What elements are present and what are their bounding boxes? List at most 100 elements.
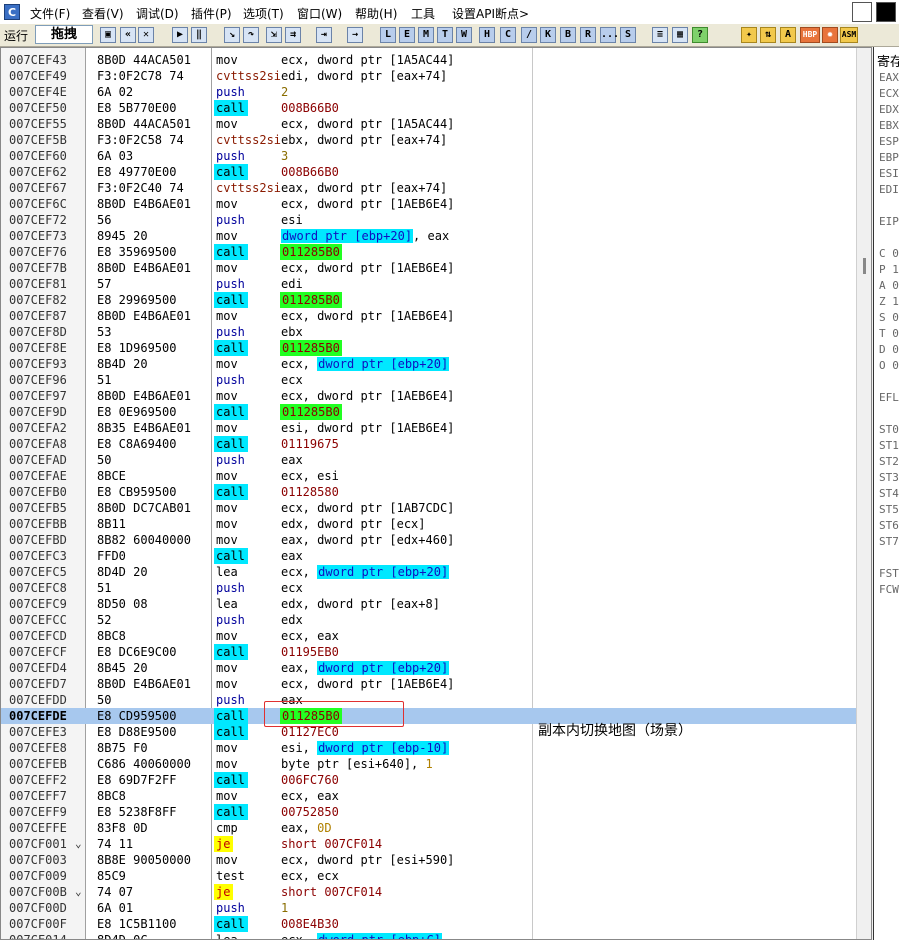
menu-view[interactable]: 查看(V) [82,5,124,22]
list-icon[interactable]: ≡ [652,27,668,43]
instruction-address[interactable]: 007CEF72 [9,212,67,228]
instruction-row[interactable]: 007CEF5B F3:0F2C58 74 cvttss2si ebx, dword … [1,132,856,148]
execute-till-return-icon[interactable]: ⇥ [316,27,332,43]
cpu-button[interactable]: C [500,27,516,43]
instruction-row[interactable]: 007CEFBD 8B82 60040000 mov eax, dword ptr [… [1,532,856,548]
instruction-row[interactable]: 007CEF67 F3:0F2C40 74 cvttss2si eax, dword … [1,180,856,196]
instruction-row[interactable]: 007CEF97 8B0D E4B6AE01 mov ecx, dword ptr [… [1,388,856,404]
instruction-address[interactable]: 007CEFFE [9,820,67,836]
instruction-address[interactable]: 007CF003 [9,852,67,868]
instruction-row[interactable]: 007CEF62 E8 49770E00 call 008B66B0 [1,164,856,180]
instruction-address[interactable]: 007CEFC5 [9,564,67,580]
instruction-address[interactable]: 007CEFC3 [9,548,67,564]
instruction-address[interactable]: 007CEFA2 [9,420,67,436]
instruction-address[interactable]: 007CEFCC [9,612,67,628]
run-trace-button[interactable]: ... [600,27,619,43]
hardware-breakpoint-button[interactable]: HBP [800,27,820,43]
instruction-row[interactable]: 007CEF72 56 push esi [1,212,856,228]
open-icon[interactable]: ▣ [100,27,116,43]
patches-button[interactable]: / [521,27,537,43]
instruction-address[interactable]: 007CF014 [9,932,67,939]
asm-button[interactable]: ASM [840,27,858,43]
instruction-row[interactable]: 007CEF55 8B0D 44ACA501 mov ecx, dword ptr [… [1,116,856,132]
instruction-address[interactable]: 007CEF82 [9,292,67,308]
instruction-address[interactable]: 007CEF8D [9,324,67,340]
memory-map-button[interactable]: M [418,27,434,43]
instruction-row[interactable]: 007CEFCC 52 push edx [1,612,856,628]
instruction-address[interactable]: 007CEF81 [9,276,67,292]
trace-over-icon[interactable]: ⇉ [285,27,301,43]
instruction-address[interactable]: 007CEFEB [9,756,67,772]
instruction-address[interactable]: 007CEF97 [9,388,67,404]
instruction-row[interactable]: 007CEF8E E8 1D969500 call 011285B0 [1,340,856,356]
instruction-row[interactable]: 007CEFDD 50 push eax [1,692,856,708]
instruction-address[interactable]: 007CEF76 [9,244,67,260]
instruction-address[interactable]: 007CEFBB [9,516,67,532]
instruction-row[interactable]: 007CEFF9 E8 5238F8FF call 00752850 [1,804,856,820]
instruction-address[interactable]: 007CEFB5 [9,500,67,516]
instruction-row[interactable]: 007CEFD4 8B45 20 mov eax, dword ptr [ebp+20… [1,660,856,676]
instruction-row[interactable]: 007CEFE3 E8 D88E9500 call 01127EC0 副本内切换地图（场… [1,723,856,740]
pause-icon[interactable]: ‖ [191,27,207,43]
instruction-row[interactable]: 007CEF43 8B0D 44ACA501 mov ecx, dword ptr [… [1,52,856,68]
instruction-row[interactable]: 007CEFC8 51 push ecx [1,580,856,596]
settings-icon[interactable]: ✹ [822,27,838,43]
menu-set-api-breakpoint[interactable]: 设置API断点> [452,5,529,22]
instruction-row[interactable]: 007CEFAE 8BCE mov ecx, esi [1,468,856,484]
menu-file[interactable]: 文件(F) [30,5,70,22]
instruction-row[interactable]: 007CEFD7 8B0D E4B6AE01 mov ecx, dword ptr [… [1,676,856,692]
instruction-address[interactable]: 007CF009 [9,868,67,884]
menu-tools[interactable]: 工具 [411,5,435,22]
arrows-icon[interactable]: ⇅ [760,27,776,43]
instruction-address[interactable]: 007CEFDE [9,708,67,724]
instruction-address[interactable]: 007CEF8E [9,340,67,356]
vertical-scrollbar[interactable] [856,48,871,939]
instruction-row[interactable]: 007CF003 8B8E 90050000 mov ecx, dword ptr [… [1,852,856,868]
instruction-address[interactable]: 007CEFAE [9,468,67,484]
instruction-row[interactable]: 007CEFB5 8B0D DC7CAB01 mov ecx, dword ptr [… [1,500,856,516]
instruction-address[interactable]: 007CEF87 [9,308,67,324]
close-icon[interactable]: ✕ [138,27,154,43]
grid-icon[interactable]: ▦ [672,27,688,43]
instruction-address[interactable]: 007CF00F [9,916,67,932]
call-stack-button[interactable]: K [540,27,556,43]
instruction-row[interactable]: 007CEFEB C686 40060000 mov byte ptr [esi+64… [1,756,856,772]
instruction-row[interactable]: 007CF00F E8 1C5B1100 call 008E4B30 [1,916,856,932]
instruction-address[interactable]: 007CF001 [9,836,67,852]
instruction-row[interactable]: 007CEF73 8945 20 mov dword ptr [ebp+20], ea… [1,228,856,244]
instruction-address[interactable]: 007CEF43 [9,52,67,68]
instruction-address[interactable]: 007CEF96 [9,372,67,388]
instruction-row[interactable]: 007CEFC3 FFD0 call eax [1,548,856,564]
step-into-icon[interactable]: ↘ [224,27,240,43]
instruction-address[interactable]: 007CEF6C [9,196,67,212]
instruction-row[interactable]: 007CF00B ⌄ 74 07 je short 007CF014 [1,884,856,900]
instruction-address[interactable]: 007CEFE3 [9,724,67,740]
instruction-address[interactable]: 007CEFC9 [9,596,67,612]
instruction-row[interactable]: 007CEFF7 8BC8 mov ecx, eax [1,788,856,804]
step-over-icon[interactable]: ↷ [243,27,259,43]
instruction-row[interactable]: 007CEFFE 83F8 0D cmp eax, 0D [1,820,856,836]
help-icon[interactable]: ? [692,27,708,43]
disassembly-pane[interactable]: 007CEF43 8B0D 44ACA501 mov ecx, dword ptr [… [0,47,872,940]
instruction-row[interactable]: 007CEF4E 6A 02 push 2 [1,84,856,100]
instruction-row[interactable]: 007CEFAD 50 push eax [1,452,856,468]
instruction-row[interactable]: 007CEF76 E8 35969500 call 011285B0 [1,244,856,260]
instruction-row[interactable]: 007CEF7B 8B0D E4B6AE01 mov ecx, dword ptr [… [1,260,856,276]
instruction-address[interactable]: 007CEF62 [9,164,67,180]
instruction-row[interactable]: 007CEFB0 E8 CB959500 call 01128580 [1,484,856,500]
instruction-row[interactable]: 007CEF87 8B0D E4B6AE01 mov ecx, dword ptr [… [1,308,856,324]
instruction-address[interactable]: 007CEF55 [9,116,67,132]
instruction-row[interactable]: 007CEF96 51 push ecx [1,372,856,388]
instruction-row[interactable]: 007CEF82 E8 29969500 call 011285B0 [1,292,856,308]
instruction-row[interactable]: 007CEF6C 8B0D E4B6AE01 mov ecx, dword ptr [… [1,196,856,212]
font-icon[interactable]: A [780,27,796,43]
instruction-address[interactable]: 007CEF93 [9,356,67,372]
breakpoints-button[interactable]: B [560,27,576,43]
instruction-address[interactable]: 007CEF5B [9,132,67,148]
instruction-row[interactable]: 007CEFA8 E8 C8A69400 call 01119675 [1,436,856,452]
instruction-address[interactable]: 007CEFBD [9,532,67,548]
instruction-address[interactable]: 007CEF7B [9,260,67,276]
source-button[interactable]: S [620,27,636,43]
instruction-address[interactable]: 007CEFB0 [9,484,67,500]
handles-button[interactable]: H [479,27,495,43]
